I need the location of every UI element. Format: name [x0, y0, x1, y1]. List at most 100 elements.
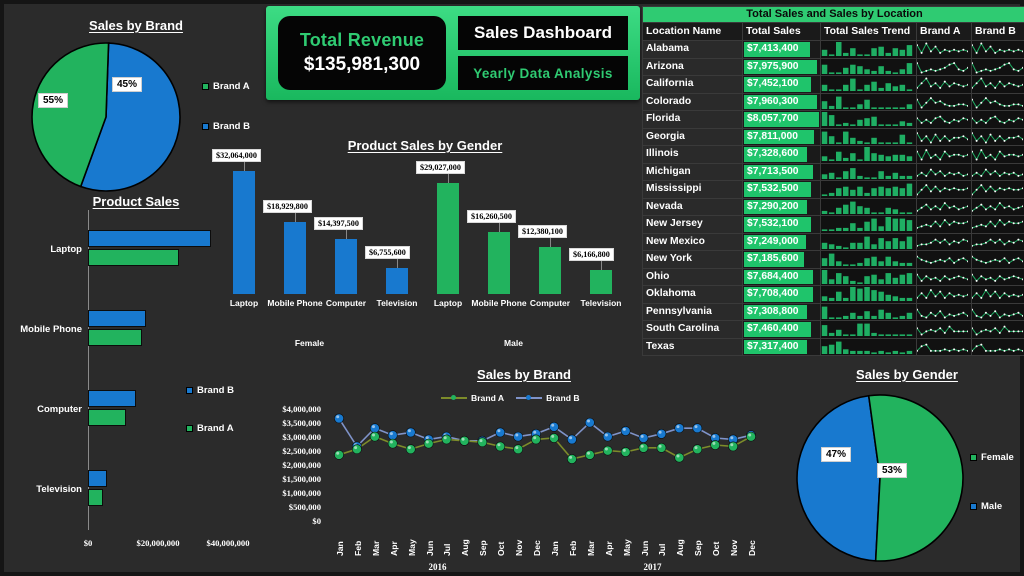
sparkline-column	[899, 69, 906, 74]
table-row[interactable]: Texas $7,317,400	[642, 337, 1024, 356]
sparkline-marker	[980, 243, 983, 246]
table-row[interactable]: California $7,452,100	[642, 75, 1024, 94]
sparkline-column	[864, 221, 870, 232]
sparkline-marker	[1017, 222, 1020, 225]
sparkline-marker	[998, 49, 1001, 52]
table-row[interactable]: Pennsylvania $7,308,800	[642, 302, 1024, 321]
total-sales-trend-sparkline	[820, 162, 917, 181]
sparkline-marker	[1008, 187, 1011, 190]
line-data-point	[334, 413, 344, 424]
sparkline-marker	[934, 185, 937, 188]
table-row[interactable]: New Mexico $7,249,000	[642, 232, 1024, 251]
sparkline-path	[917, 274, 968, 282]
sparkline-marker	[1017, 49, 1020, 52]
brand-a-sparkline	[916, 110, 972, 129]
data-point-highlight	[569, 455, 573, 459]
sparkline-marker	[939, 279, 942, 282]
sparkline-marker	[1012, 274, 1015, 277]
total-sales-value: $7,811,000	[747, 130, 798, 142]
sparkline-column	[885, 188, 891, 197]
x-axis-month-label: Mar	[370, 540, 381, 556]
sparkline-marker	[929, 141, 932, 144]
sparkline-marker	[934, 204, 937, 207]
legend-swatch-icon	[186, 425, 193, 432]
sparkline-path	[917, 256, 968, 264]
sparkline-marker	[989, 314, 992, 317]
table-row[interactable]: Mississippi $7,532,500	[642, 180, 1024, 199]
sparkline-marker	[1012, 189, 1015, 192]
line-data-point	[692, 444, 703, 455]
sparkline-marker	[934, 173, 937, 176]
sparkline-marker	[975, 122, 978, 125]
sparkline-marker	[929, 278, 932, 281]
sparkline-marker	[980, 297, 983, 300]
sparkline-column	[899, 298, 906, 302]
sparkline-column	[878, 124, 884, 127]
sparkline-marker	[948, 50, 951, 53]
sparkline-marker	[957, 120, 960, 123]
total-sales-cell: $7,684,400	[742, 267, 821, 286]
sparkline-marker	[975, 292, 978, 295]
table-row[interactable]: Michigan $7,713,500	[642, 162, 1024, 181]
table-row[interactable]: New Jersey $7,532,100	[642, 215, 1024, 234]
sparkline-marker	[989, 69, 992, 72]
data-value-label: $6,166,800	[569, 248, 614, 262]
table-row[interactable]: Georgia $7,811,000	[642, 127, 1024, 146]
line-data-point	[638, 433, 649, 443]
sparkline-marker	[1008, 295, 1011, 298]
sparkline-marker	[984, 168, 987, 171]
sparkline-column	[843, 264, 849, 267]
sparkline-marker	[943, 120, 946, 123]
sparkline-path	[972, 326, 1023, 336]
table-row[interactable]: Nevada $7,290,200	[642, 197, 1024, 216]
sparkline-marker	[962, 311, 965, 314]
sparkline-column	[828, 89, 835, 92]
sparkline-column	[828, 253, 835, 267]
sparkline-marker	[962, 155, 965, 158]
sparkline-marker	[920, 52, 923, 55]
x-axis-month-label: Dec	[747, 540, 757, 556]
sparkline-column	[857, 120, 863, 127]
table-row[interactable]: New York $7,185,600	[642, 250, 1024, 269]
location-name-cell: Georgia	[642, 127, 743, 146]
sparkline-column	[836, 245, 842, 249]
sparkline-column	[821, 325, 828, 337]
axis-tick-label: $20,000,000	[136, 538, 180, 548]
sparkline-marker	[948, 243, 951, 246]
legend-item: Female	[970, 452, 1024, 463]
table-column-header[interactable]: Brand B	[970, 22, 1024, 41]
x-axis-month-label: Feb	[567, 540, 578, 556]
column-bar	[488, 231, 510, 294]
sparkline-marker	[984, 241, 987, 244]
table-row[interactable]: Colorado $7,960,300	[642, 92, 1024, 111]
table-row[interactable]: Alabama $7,413,400	[642, 40, 1024, 59]
sparkline-marker	[980, 101, 983, 104]
legend-item: Male	[970, 501, 1024, 512]
line-data-point	[513, 444, 523, 455]
sparkline-marker	[948, 292, 951, 295]
table-row[interactable]: South Carolina $7,460,400	[642, 320, 1024, 339]
sparkline-marker	[998, 187, 1001, 190]
table-column-header[interactable]: Total Sales	[742, 22, 821, 41]
table-row[interactable]: Arizona $7,975,900	[642, 57, 1024, 76]
sparkline-marker	[1003, 85, 1006, 88]
table-row[interactable]: Illinois $7,328,600	[642, 145, 1024, 164]
sparkline-column	[864, 207, 870, 214]
table-row[interactable]: Ohio $7,684,400	[642, 267, 1024, 286]
table-column-header[interactable]: Total Sales Trend	[820, 22, 917, 41]
sparkline-marker	[948, 63, 951, 66]
table-column-header[interactable]: Brand A	[916, 22, 972, 41]
sparkline-column	[828, 279, 835, 284]
table-column-header[interactable]: Location Name	[642, 22, 743, 41]
product-sales-legend: Brand B Brand A	[186, 385, 258, 461]
total-sales-trend-sparkline	[820, 267, 917, 286]
sparkline-marker	[980, 174, 983, 177]
data-point-highlight	[730, 436, 734, 440]
table-row[interactable]: Florida $8,057,700	[642, 110, 1024, 129]
table-row[interactable]: Oklahoma $7,708,400	[642, 285, 1024, 304]
location-name-cell: Alabama	[642, 40, 743, 59]
group-label: Male	[504, 338, 523, 348]
sparkline-marker	[948, 171, 951, 174]
sparkline-marker	[920, 71, 923, 74]
sparkline-column	[871, 81, 877, 92]
